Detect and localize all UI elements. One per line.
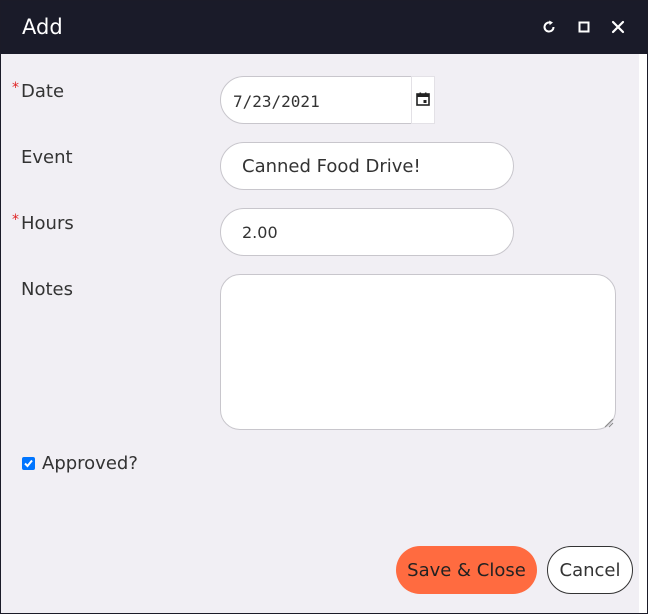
date-label: Date: [21, 81, 65, 102]
approved-label[interactable]: Approved?: [42, 453, 138, 474]
hours-input[interactable]: [221, 209, 513, 255]
cancel-button[interactable]: Cancel: [547, 546, 633, 594]
date-field[interactable]: [220, 76, 412, 125]
notes-label: Notes: [21, 279, 73, 300]
close-button[interactable]: [606, 15, 630, 39]
refresh-icon: [541, 19, 557, 35]
maximize-icon: [578, 21, 590, 33]
date-picker-button[interactable]: [411, 76, 435, 124]
window-edge: [639, 54, 647, 613]
hours-label: Hours: [21, 213, 74, 234]
maximize-button[interactable]: [572, 15, 596, 39]
approved-checkbox[interactable]: [22, 457, 35, 470]
hours-required-marker: *: [12, 212, 19, 228]
dialog-titlebar[interactable]: Add: [1, 1, 647, 54]
dialog-title: Add: [22, 15, 63, 39]
hours-field[interactable]: [220, 208, 514, 256]
calendar-icon: [416, 91, 430, 110]
save-close-button[interactable]: Save & Close: [396, 546, 537, 594]
date-input[interactable]: [231, 77, 405, 125]
checkmark-icon: [24, 459, 33, 468]
event-label: Event: [21, 147, 73, 168]
date-required-marker: *: [12, 80, 19, 96]
notes-textarea[interactable]: [220, 274, 616, 430]
refresh-button[interactable]: [537, 15, 561, 39]
event-field[interactable]: [220, 142, 514, 190]
close-icon: [611, 20, 625, 34]
add-dialog: Add * Date Event: [0, 0, 648, 614]
resize-handle-icon[interactable]: [604, 418, 614, 428]
event-input[interactable]: [221, 143, 513, 189]
dialog-body: * Date Event * Hours Notes Ap: [1, 54, 639, 613]
